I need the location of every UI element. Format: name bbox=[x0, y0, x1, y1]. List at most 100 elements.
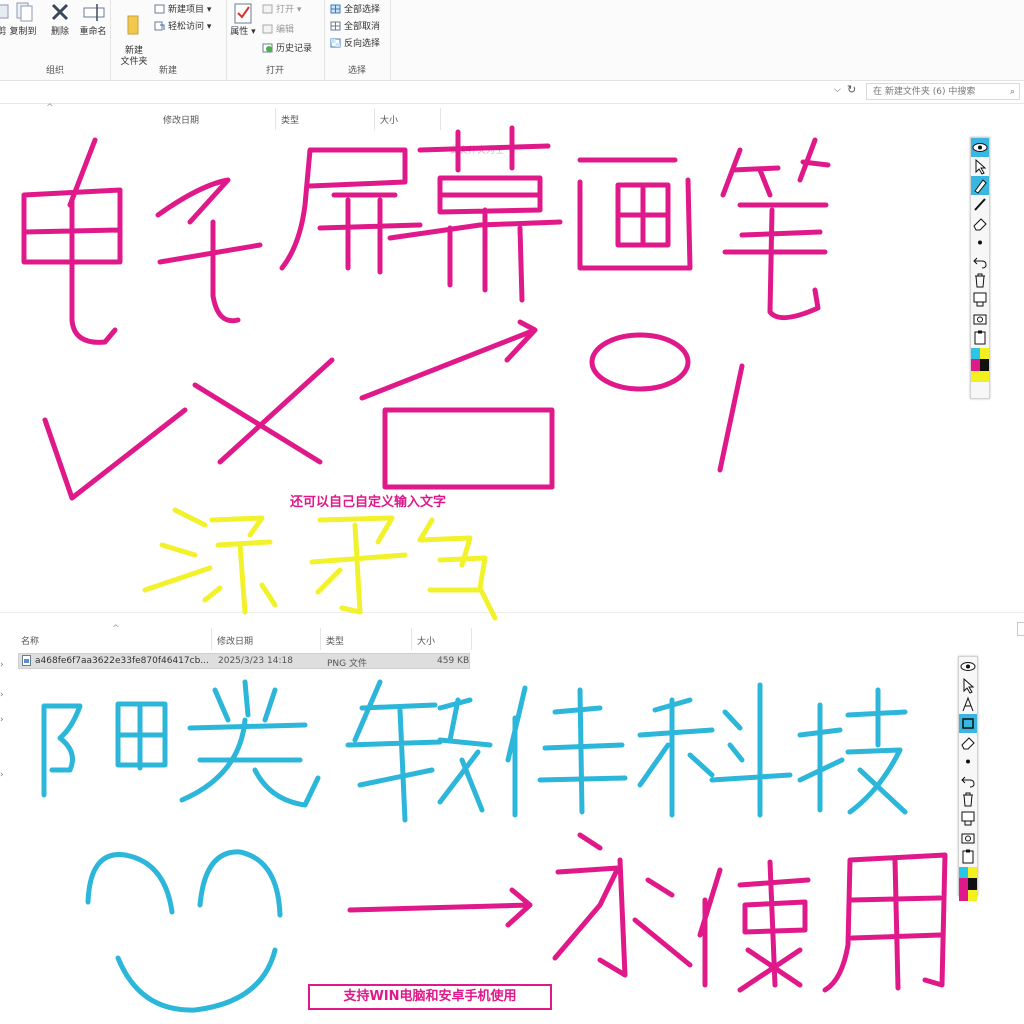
column-divider[interactable] bbox=[320, 628, 321, 650]
check-mark-shape bbox=[42, 407, 188, 501]
column-type[interactable]: 类型 bbox=[326, 634, 344, 647]
color-swatch-cyan[interactable] bbox=[959, 867, 968, 879]
yellow-handwriting bbox=[142, 507, 498, 621]
text-tool-icon[interactable] bbox=[959, 695, 977, 714]
empty-folder-text: 此文件夹为空 bbox=[450, 146, 505, 156]
color-swatch-magenta[interactable] bbox=[971, 359, 980, 371]
color-swatch-yellow[interactable] bbox=[968, 867, 977, 879]
magenta-bottom-writing bbox=[347, 832, 948, 993]
copy-to-icon bbox=[13, 2, 33, 22]
address-bar: ⌵ ↻ 在 新建文件夹 (6) 中搜索 ⌕ bbox=[0, 81, 1024, 104]
eye-icon[interactable] bbox=[959, 657, 977, 676]
right-eye-arc bbox=[197, 849, 283, 918]
file-modified: 2025/3/23 14:18 bbox=[218, 656, 293, 666]
dot-size-icon[interactable] bbox=[971, 233, 989, 252]
pencil-icon[interactable] bbox=[971, 195, 989, 214]
column-type[interactable]: 类型 bbox=[281, 113, 299, 126]
column-size[interactable]: 大小 bbox=[380, 113, 398, 126]
refresh-icon[interactable]: ↻ bbox=[847, 83, 856, 96]
delete-button[interactable]: 删除 bbox=[46, 2, 74, 37]
open-button[interactable]: 打开 ▾ bbox=[262, 2, 301, 15]
file-type: PNG 文件 bbox=[327, 659, 367, 669]
history-button[interactable]: 历史记录 bbox=[262, 41, 312, 54]
color-swatch-black[interactable] bbox=[980, 359, 989, 371]
color-swatch-cyan[interactable] bbox=[971, 348, 980, 360]
select-all-icon bbox=[330, 4, 341, 14]
color-palette[interactable] bbox=[959, 867, 977, 901]
camera-icon[interactable] bbox=[971, 309, 989, 328]
trash-icon[interactable] bbox=[971, 271, 989, 290]
easy-access-button[interactable]: 轻松访问 ▾ bbox=[154, 19, 211, 32]
dot-size-icon[interactable] bbox=[959, 752, 977, 771]
color-palette[interactable] bbox=[971, 348, 989, 382]
select-none-button[interactable]: 全部取消 bbox=[330, 19, 380, 32]
nav-mark: › bbox=[0, 715, 4, 725]
column-divider[interactable] bbox=[374, 108, 375, 130]
custom-text-caption: 还可以自己自定义输入文字 bbox=[290, 495, 447, 510]
ribbon-group-organize: 剪 复制到 删除 重命名 组织 bbox=[0, 0, 111, 80]
select-all-button[interactable]: 全部选择 bbox=[330, 2, 380, 15]
screen-clear-icon[interactable] bbox=[959, 809, 977, 828]
ribbon-group-select: 全部选择 全部取消 反向选择 选择 bbox=[324, 0, 391, 80]
screen-clear-icon[interactable] bbox=[971, 290, 989, 309]
search-input[interactable]: 在 新建文件夹 (6) 中搜索 ⌕ bbox=[866, 83, 1020, 100]
column-divider[interactable] bbox=[211, 628, 212, 650]
arrow-shape bbox=[359, 319, 538, 401]
png-file-icon bbox=[22, 655, 31, 669]
undo-icon[interactable] bbox=[971, 252, 989, 271]
file-size: 459 KB bbox=[437, 656, 470, 666]
cross-shape bbox=[192, 357, 335, 465]
new-item-button[interactable]: 新建项目 ▾ bbox=[154, 2, 211, 15]
highlighter-pen-icon[interactable] bbox=[971, 176, 989, 195]
camera-icon[interactable] bbox=[959, 828, 977, 847]
new-folder-button[interactable]: 新建 文件夹 bbox=[116, 2, 152, 68]
group-label-open: 打开 bbox=[265, 66, 284, 76]
copy-to-button[interactable]: 复制到 bbox=[6, 2, 40, 37]
color-swatch-black[interactable] bbox=[968, 878, 977, 890]
nav-mark: › bbox=[0, 690, 4, 700]
color-swatch-magenta[interactable] bbox=[959, 878, 968, 890]
table-row[interactable]: a468fe6f7aa3622e33fe870f46417cb... 2025/… bbox=[18, 653, 470, 669]
invert-selection-button[interactable]: 反向选择 bbox=[330, 36, 380, 49]
clipboard-icon[interactable] bbox=[959, 847, 977, 866]
eye-icon[interactable] bbox=[971, 138, 989, 157]
color-swatch-yellow[interactable] bbox=[980, 370, 989, 382]
select-none-icon bbox=[330, 21, 341, 31]
cursor-arrow-icon[interactable] bbox=[959, 676, 977, 695]
clipboard-icon[interactable] bbox=[971, 328, 989, 347]
group-label-organize: 组织 bbox=[45, 66, 64, 76]
rectangle-tool-icon[interactable] bbox=[959, 714, 977, 733]
eraser-icon[interactable] bbox=[971, 214, 989, 233]
group-label-new: 新建 bbox=[158, 66, 177, 76]
delete-x-icon bbox=[50, 2, 70, 22]
cyan-handwriting bbox=[41, 679, 908, 823]
ribbon-group-open: 属性 ▾ 打开 ▾ 编辑 历史记录 打开 bbox=[226, 0, 325, 80]
easy-access-icon bbox=[154, 21, 165, 31]
sort-up-icon: ^ bbox=[112, 624, 120, 634]
column-divider[interactable] bbox=[411, 628, 412, 650]
rectangle-shape bbox=[382, 407, 555, 490]
trash-icon[interactable] bbox=[959, 790, 977, 809]
column-divider[interactable] bbox=[275, 108, 276, 130]
left-eye-arc bbox=[85, 852, 175, 915]
column-size[interactable]: 大小 bbox=[417, 634, 435, 647]
rename-button[interactable]: 重命名 bbox=[76, 2, 110, 37]
color-swatch-magenta[interactable] bbox=[959, 889, 968, 901]
column-name[interactable]: 名称 bbox=[21, 634, 39, 647]
color-swatch-yellow[interactable] bbox=[971, 370, 980, 382]
chevron-down-icon[interactable]: ⌵ bbox=[834, 85, 841, 95]
column-divider[interactable] bbox=[471, 628, 472, 650]
scrollbar[interactable] bbox=[1017, 622, 1024, 636]
smile-arc bbox=[115, 947, 278, 1013]
column-modified[interactable]: 修改日期 bbox=[163, 113, 199, 126]
eraser-icon[interactable] bbox=[959, 733, 977, 752]
undo-icon[interactable] bbox=[959, 771, 977, 790]
edit-button[interactable]: 编辑 bbox=[262, 22, 294, 35]
new-folder-icon bbox=[124, 13, 144, 35]
color-swatch-yellow[interactable] bbox=[980, 348, 989, 360]
properties-button[interactable]: 属性 ▾ bbox=[230, 2, 256, 37]
column-modified[interactable]: 修改日期 bbox=[217, 634, 253, 647]
cursor-arrow-icon[interactable] bbox=[971, 157, 989, 176]
color-swatch-yellow[interactable] bbox=[968, 889, 977, 901]
column-divider[interactable] bbox=[440, 108, 441, 130]
